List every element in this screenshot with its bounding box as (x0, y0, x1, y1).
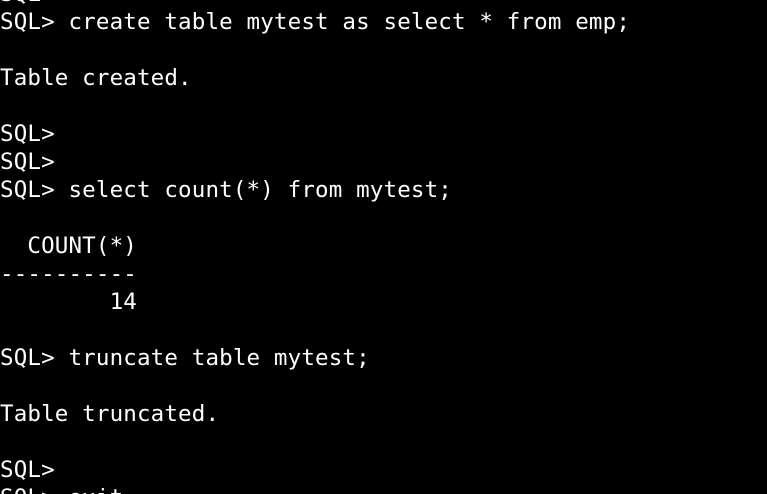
terminal-output: SQL> SQL> create table mytest as select … (0, 0, 630, 494)
terminal-line-create-result: Table created. (0, 65, 192, 91)
terminal-line-empty-prompt: SQL> (0, 121, 55, 147)
terminal-window[interactable]: SQL> SQL> create table mytest as select … (0, 0, 767, 494)
terminal-line-create-command: SQL> create table mytest as select * fro… (0, 9, 631, 35)
result-count-value: 14 (0, 289, 137, 315)
result-column-header: COUNT(*) (0, 233, 137, 259)
terminal-line-partial-prompt: SQL> (0, 0, 630, 8)
terminal-line-count-command: SQL> select count(*) from mytest; (0, 177, 452, 203)
result-column-divider: ---------- (0, 261, 137, 287)
terminal-line-empty-prompt: SQL> (0, 457, 55, 483)
terminal-line-exit-command: SQL> exit (0, 484, 630, 494)
terminal-line-empty-prompt: SQL> (0, 149, 55, 175)
terminal-line-truncate-command: SQL> truncate table mytest; (0, 345, 370, 371)
terminal-line-truncate-result: Table truncated. (0, 401, 220, 427)
